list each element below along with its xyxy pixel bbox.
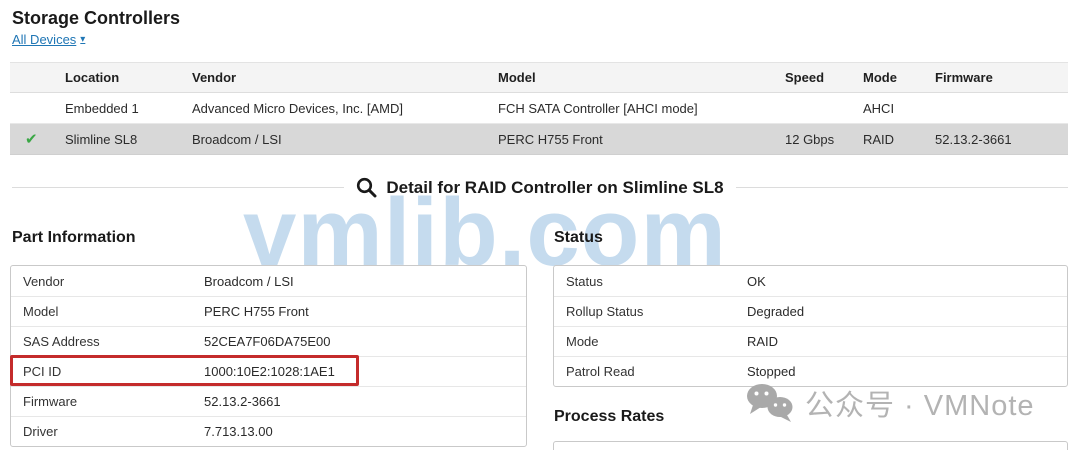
column-header-mode: Mode [848,62,920,93]
watermark-vmnote-text: 公众号 · VMNote [805,390,1035,422]
part-information-heading: Part Information [12,229,136,246]
part-information-table: Vendor Broadcom / LSI Model PERC H755 Fr… [10,265,527,447]
cell-firmware: 52.13.2-3661 [920,123,1068,155]
divider-left [12,187,345,188]
status-heading: Status [554,229,603,246]
row-patrol-read: Patrol Read Stopped [554,356,1067,386]
column-header-location: Location [50,62,177,93]
row-model: Model PERC H755 Front [11,296,526,326]
row-status: Status OK [566,273,766,289]
cell-mode: RAID [848,123,920,155]
row-firmware: Firmware 52.13.2-3661 [11,386,526,416]
status-table: Status OK Rollup Status Degraded Mode RA… [553,265,1068,387]
row-sas-address: SAS Address 52CEA7F06DA75E00 [11,326,526,356]
divider-right [735,187,1069,188]
column-header-speed: Speed [770,62,848,93]
cell-mode: AHCI [848,92,920,124]
storage-controllers-table: Location Vendor Model Speed Mode Firmwar… [10,62,1068,155]
health-ok-check-icon: ✔ [25,131,38,148]
wechat-icon [747,384,793,422]
row-pci-id: PCI ID 1000:10E2:1028:1AE1 [11,356,526,386]
storage-controllers-page: vmlib.com Storage Controllers All Device… [0,0,1080,450]
process-rates-table [553,441,1068,450]
process-rates-heading: Process Rates [554,408,665,425]
table-row-embedded-1[interactable]: Embedded 1 Advanced Micro Devices, Inc. … [10,92,1068,124]
cell-vendor: Broadcom / LSI [177,123,483,155]
device-filter-label: All Devices [12,32,77,47]
watermark-vmnote: 公众号 · VMNote [745,382,1035,424]
cell-location: Embedded 1 [50,92,177,124]
device-filter-dropdown[interactable]: All Devices ▾ [12,32,85,47]
page-title: Storage Controllers [12,8,181,28]
status-column-header [10,62,50,93]
caret-down-icon: ▾ [80,34,86,45]
cell-speed: 12 Gbps [770,123,848,155]
row-driver: Driver 7.713.13.00 [11,416,526,446]
table-row-slimline-sl8[interactable]: ✔ Slimline SL8 Broadcom / LSI PERC H755 … [10,123,1068,155]
cell-vendor: Advanced Micro Devices, Inc. [AMD] [177,92,483,124]
cell-firmware [920,92,1068,124]
detail-section-heading: Detail for RAID Controller on Slimline S… [12,177,1069,198]
cell-model: PERC H755 Front [483,123,770,155]
detail-title: Detail for RAID Controller on Slimline S… [386,177,724,197]
page-header: Storage Controllers All Devices ▾ [12,8,180,49]
row-vendor: Vendor Broadcom / LSI [23,273,294,289]
magnifier-icon [357,177,377,198]
table-header-row: Location Vendor Model Speed Mode Firmwar… [10,62,1068,93]
column-header-model: Model [483,62,770,93]
cell-model: FCH SATA Controller [AHCI mode] [483,92,770,124]
cell-location: Slimline SL8 [50,123,177,155]
row-mode: Mode RAID [554,326,1067,356]
column-header-firmware: Firmware [920,62,1068,93]
cell-speed [770,92,848,124]
column-header-vendor: Vendor [177,62,483,93]
row-rollup-status: Rollup Status Degraded [554,296,1067,326]
